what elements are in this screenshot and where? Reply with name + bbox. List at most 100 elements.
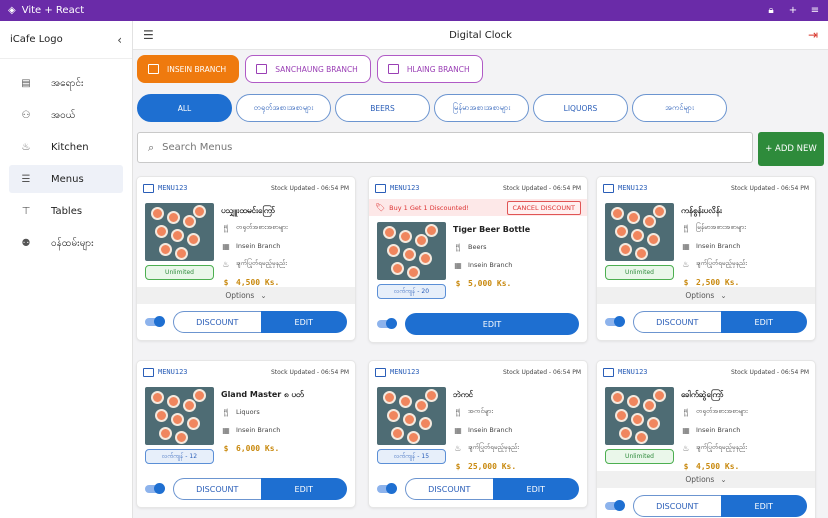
branch-tabs: INSEIN BRANCH SANCHAUNG BRANCH HLAING BRAN… [137,55,483,83]
discount-button[interactable]: DISCOUNT [633,495,721,517]
dollar-icon: $ [455,278,461,288]
stock-updated: Stock Updated - 06:54 PM [270,368,349,376]
category-tab-1[interactable]: တရုတ်အစားအစာများ [236,94,331,122]
menu-code: MENU123 [158,184,188,192]
top-header: ☰ Digital Clock ⇥ [133,21,828,50]
menu-branch: Insein Branch [696,242,741,250]
branch-tab-1[interactable]: SANCHAUNG BRANCH [245,55,371,83]
menu-branch: Insein Branch [468,426,513,434]
options-label: Options [685,291,715,300]
menu-branch: Insein Branch [696,426,741,434]
terminal-icon [375,183,386,193]
menu-name: ဘဲကင် [453,390,473,399]
menu-name: Gland Master ၈ ပတ် [221,390,304,399]
stock-updated: Stock Updated - 06:54 PM [270,184,349,192]
search-input[interactable] [162,142,742,153]
terminal-icon [603,367,614,377]
edit-button[interactable]: EDIT [405,313,579,335]
discount-button[interactable]: DISCOUNT [173,311,261,333]
store-icon [256,64,268,74]
edit-button[interactable]: EDIT [492,478,579,500]
stock-updated: Stock Updated - 06:54 PM [502,184,581,192]
branch-label: INSEIN BRANCH [167,64,227,74]
kitchen-icon: ♨ [21,141,31,153]
lock-icon[interactable]: 🔒︎ [766,5,776,16]
people-icon: ⚉ [21,237,31,249]
edit-button[interactable]: EDIT [720,311,807,333]
utensils-icon: 🍴︎ [453,407,464,417]
discount-button[interactable]: DISCOUNT [633,311,721,333]
availability-toggle[interactable] [605,316,625,327]
sidebar-item-2[interactable]: ♨ Kitchen [9,133,123,161]
stock-updated: Stock Updated - 06:54 PM [730,184,809,192]
category-tab-4[interactable]: LIQUORS [533,94,628,122]
menu-card: MENU123 Stock Updated - 06:54 PM Unlimited… [597,177,815,340]
menu-price: 5,000 Ks. [468,278,512,288]
menu-code: MENU123 [390,184,420,192]
kitchen-icon: ♨ [222,259,230,269]
category-tab-0[interactable]: ALL [137,94,232,122]
category-tab-3[interactable]: မြန်မာအစားအစာများ [434,94,529,122]
store-icon: ▦ [682,241,690,251]
terminal-icon [143,183,154,193]
availability-toggle[interactable] [145,316,165,327]
store-icon [148,64,159,74]
availability-toggle[interactable] [145,483,165,494]
plus-icon[interactable]: + [788,5,798,16]
menu-image [605,387,674,445]
branch-tab-0[interactable]: INSEIN BRANCH [137,55,240,83]
window-title: Vite + React [21,5,85,16]
hamburger-icon[interactable]: ☰ [143,28,154,42]
menu-icon[interactable]: ≡ [810,5,820,16]
promo-text: Buy 1 Get 1 Discounted! [389,203,469,212]
menu-price: 4,500 Ks. [696,461,740,471]
menu-code: MENU123 [390,368,420,376]
menu-category: Beers [468,243,487,251]
terminal-icon [375,367,386,377]
edit-button[interactable]: EDIT [260,478,347,500]
add-new-button[interactable]: + ADD NEW [758,132,824,166]
menu-code: MENU123 [618,368,648,376]
availability-toggle[interactable] [605,500,625,511]
menu-price: 25,000 Ks. [468,461,517,471]
stock-chip: လက်ကျန် - 15 [377,449,446,464]
menu-card: MENU123 Stock Updated - 06:54 PM 🏷︎ Buy 1 G… [369,177,587,342]
sidebar-item-1[interactable]: ⚇ အဝယ် [9,101,123,129]
discount-button[interactable]: DISCOUNT [405,478,493,500]
dollar-icon: $ [683,277,689,287]
stock-updated: Stock Updated - 06:54 PM [730,368,809,376]
menu-kitchen: ချက်ပြုတ်ရမည့်မှနည်း [468,443,519,451]
availability-toggle[interactable] [377,318,397,329]
sidebar-item-0[interactable]: ▤ အရောင်း [9,69,123,97]
menu-name: ပသျှူးထမင်းကြော် [221,206,275,215]
sidebar-item-label: အရောင်း [51,77,84,89]
store-icon: ▦ [222,241,230,251]
stock-chip: Unlimited [605,449,674,464]
digital-clock: Digital Clock [449,29,512,41]
branch-tab-2[interactable]: HLAING BRANCH [376,55,483,83]
menu-code: MENU123 [158,368,188,376]
promo-banner: 🏷︎ Buy 1 Get 1 Discounted! CANCEL DISCOUNT [369,199,587,216]
sidebar-item-3[interactable]: ☰ Menus [9,165,123,193]
menu-price: 4,500 Ks. [236,277,280,287]
discount-button[interactable]: DISCOUNT [173,478,261,500]
category-tab-2[interactable]: BEERS [335,94,430,122]
chevron-left-icon[interactable]: ‹ [117,33,122,47]
sidebar-item-5[interactable]: ⚉ ဝန်ထမ်းများ [9,229,123,257]
availability-toggle[interactable] [377,483,397,494]
stock-chip: Unlimited [605,265,674,280]
dollar-icon: $ [455,461,461,471]
menu-kitchen: ချက်ပြုတ်ရမည့်မှနည်း [236,259,287,267]
menu-category: Liquors [236,408,260,416]
edit-button[interactable]: EDIT [720,495,807,517]
options-label: Options [685,475,715,484]
edit-button[interactable]: EDIT [260,311,347,333]
cancel-discount-button[interactable]: CANCEL DISCOUNT [506,200,581,215]
category-tab-5[interactable]: အကင်များ [632,94,727,122]
menu-category: အကင်များ [468,407,493,415]
utensils-icon: 🍴︎ [221,407,232,417]
sidebar-item-4[interactable]: ⊤ Tables [9,197,123,225]
stock-updated: Stock Updated - 06:54 PM [502,368,581,376]
basket-icon: ⚇ [21,109,31,121]
logout-icon[interactable]: ⇥ [808,28,818,42]
